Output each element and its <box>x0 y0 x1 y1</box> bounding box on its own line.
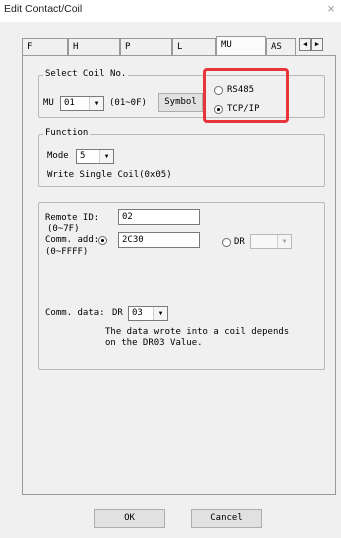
comm-add-label: Comm. add: <box>45 235 100 245</box>
remote-id-label: Remote ID: <box>45 213 100 223</box>
tab-f[interactable]: F <box>22 38 68 55</box>
window-title: Edit Contact/Coil <box>4 3 83 15</box>
function-description: Write Single Coil(0x05) <box>47 170 172 180</box>
tab-l[interactable]: L <box>172 38 216 55</box>
coil-prefix-label: MU <box>43 98 54 108</box>
mode-value: 5 <box>80 151 86 161</box>
chevron-down-icon: ▼ <box>89 97 103 110</box>
coil-number-value: 01 <box>64 98 75 108</box>
tab-p[interactable]: P <box>120 38 172 55</box>
note-line-2: on the DR03 Value. <box>105 338 203 348</box>
chevron-down-icon: ▼ <box>153 307 167 320</box>
comm-data-select[interactable]: 03 ▼ <box>128 306 168 321</box>
close-icon[interactable]: × <box>324 1 338 16</box>
dr-label: DR <box>234 237 245 247</box>
ok-button[interactable]: OK <box>94 509 165 528</box>
mode-select[interactable]: 5 ▼ <box>76 149 114 164</box>
comm-add-range: (0~FFFF) <box>45 247 89 257</box>
comm-add-radio[interactable] <box>98 236 107 245</box>
cancel-button[interactable]: Cancel <box>191 509 262 528</box>
note-line-1: The data wrote into a coil depends <box>105 327 290 337</box>
coil-range-label: (01~0F) <box>109 98 147 108</box>
chevron-down-icon: ▼ <box>99 150 113 163</box>
chevron-down-icon: ▼ <box>277 235 291 248</box>
dr-select[interactable]: ▼ <box>250 234 292 249</box>
mode-label: Mode <box>47 151 69 161</box>
annotation-highlight-box <box>203 68 289 123</box>
tab-panel-mu: Select Coil No. MU 01 ▼ (01~0F) Symbol R… <box>22 55 336 495</box>
remote-id-input[interactable]: 02 <box>118 209 200 225</box>
tab-scroll-left-icon[interactable]: ◀ <box>299 38 311 51</box>
comm-data-label: Comm. data: <box>45 308 105 318</box>
tab-mu[interactable]: MU <box>216 36 266 55</box>
dr-radio[interactable] <box>222 238 231 247</box>
coil-number-select[interactable]: 01 ▼ <box>60 96 104 111</box>
tab-scroll-right-icon[interactable]: ▶ <box>311 38 323 51</box>
select-coil-legend: Select Coil No. <box>43 69 129 79</box>
tab-as[interactable]: AS <box>266 38 296 55</box>
comm-data-value: 03 <box>132 308 143 318</box>
tab-h[interactable]: H <box>68 38 120 55</box>
comm-add-input[interactable]: 2C30 <box>118 232 200 248</box>
symbol-button[interactable]: Symbol <box>158 93 203 112</box>
comm-data-prefix: DR <box>112 308 123 318</box>
function-legend: Function <box>43 128 91 138</box>
remote-id-range: (0~7F) <box>47 224 80 234</box>
